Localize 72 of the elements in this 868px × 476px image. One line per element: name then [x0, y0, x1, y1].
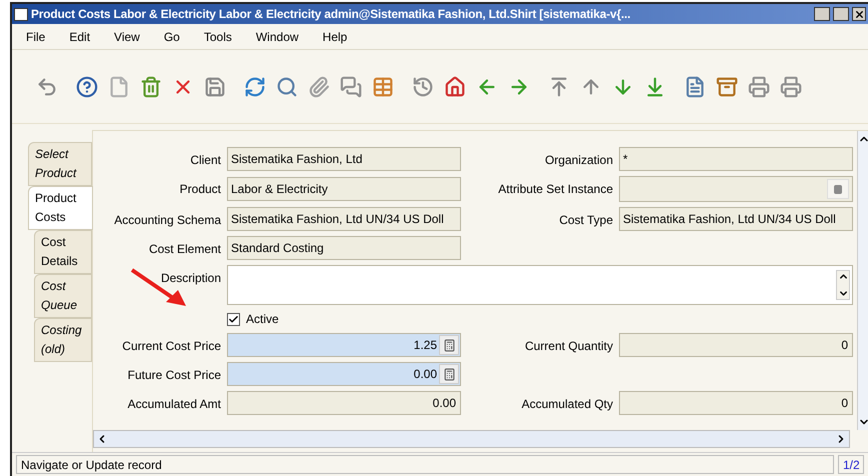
- menu-item[interactable]: Tools: [204, 28, 232, 46]
- text-field[interactable]: Sistematika Fashion, Ltd UN/34 US Doll: [227, 207, 461, 231]
- close-icon: [854, 8, 864, 20]
- trash-icon[interactable]: [140, 76, 162, 98]
- report-icon[interactable]: [684, 76, 706, 98]
- spinner-control[interactable]: [836, 270, 850, 300]
- field-label: Organization: [544, 152, 613, 169]
- undo-icon[interactable]: [36, 76, 58, 98]
- text-field[interactable]: Sistematika Fashion, Ltd: [227, 147, 461, 171]
- menu-item[interactable]: Go: [164, 28, 180, 46]
- field-label: Product: [178, 181, 221, 198]
- menu-item[interactable]: Edit: [69, 28, 90, 46]
- calculator-icon: [442, 338, 456, 352]
- field-label: Current Cost Price: [121, 338, 221, 355]
- field-label: Cost Type: [558, 212, 613, 229]
- menu-item[interactable]: Help: [322, 28, 348, 46]
- lookup-button[interactable]: [827, 179, 849, 199]
- window-title: Product Costs Labor & Electricity Labor & Electricity admin@Sistematika Fashion, Ltd.Shirt [sistematika-v{...: [31, 6, 632, 23]
- tab[interactable]: Costing (old): [34, 318, 92, 362]
- field-label: Client: [189, 152, 221, 169]
- refresh-icon[interactable]: [244, 76, 266, 98]
- printer-icon[interactable]: [780, 76, 802, 98]
- tab[interactable]: Cost Queue: [34, 274, 92, 318]
- field-label: Current Quantity: [524, 338, 613, 355]
- input-field[interactable]: [619, 176, 853, 202]
- status-message: Navigate or Update record: [16, 455, 834, 474]
- number-field[interactable]: 0: [619, 333, 853, 357]
- save-icon[interactable]: [204, 76, 226, 98]
- field-label: Description: [160, 270, 221, 287]
- new-document-icon[interactable]: [108, 76, 130, 98]
- calculator-icon: [442, 368, 456, 380]
- horizontal-scrollbar[interactable]: [93, 430, 850, 448]
- printer-icon[interactable]: [748, 76, 770, 98]
- maximize-button[interactable]: [833, 7, 849, 21]
- tab[interactable]: Product Costs: [28, 186, 93, 230]
- menu-item[interactable]: View: [114, 28, 140, 46]
- field-label: Accounting Schema: [113, 212, 221, 229]
- app-icon: [14, 8, 28, 20]
- text-field[interactable]: Sistematika Fashion, Ltd UN/34 US Doll: [619, 207, 853, 231]
- archive-icon[interactable]: [716, 76, 738, 98]
- record-counter: 1/2: [838, 455, 864, 474]
- search-icon[interactable]: [276, 76, 298, 98]
- chat-icon[interactable]: [340, 76, 362, 98]
- table-icon[interactable]: [372, 76, 394, 98]
- field-label: Accumulated Amt: [126, 396, 221, 413]
- field-label: Attribute Set Instance: [497, 181, 613, 198]
- number-field[interactable]: 0.00: [227, 391, 461, 415]
- amount-field[interactable]: 0.00: [227, 362, 461, 386]
- check-icon: [228, 314, 239, 324]
- minimize-button[interactable]: [814, 7, 830, 21]
- vertical-scrollbar[interactable]: [857, 131, 868, 430]
- amount-field[interactable]: 1.25: [227, 333, 461, 357]
- history-icon[interactable]: [412, 76, 434, 98]
- menu-item[interactable]: Window: [256, 28, 299, 46]
- number-field[interactable]: 0: [619, 391, 853, 415]
- tab[interactable]: Select Product: [28, 142, 92, 186]
- menu-item[interactable]: File: [26, 28, 46, 46]
- active-checkbox[interactable]: Active: [227, 310, 461, 328]
- field-label: Future Cost Price: [126, 367, 221, 384]
- description-field[interactable]: [227, 265, 853, 305]
- tab[interactable]: Cost Details: [34, 230, 92, 274]
- calculator-button[interactable]: [439, 364, 459, 384]
- home-icon[interactable]: [444, 76, 466, 98]
- text-field[interactable]: *: [619, 147, 853, 171]
- paperclip-icon[interactable]: [308, 76, 330, 98]
- help-icon[interactable]: [76, 76, 98, 98]
- calculator-button[interactable]: [439, 335, 459, 355]
- text-field[interactable]: Standard Costing: [227, 236, 461, 260]
- field-label: Accumulated Qty: [520, 396, 613, 413]
- field-label: Cost Element: [148, 241, 221, 258]
- text-field[interactable]: Labor & Electricity: [227, 177, 461, 201]
- close-button[interactable]: [852, 7, 866, 21]
